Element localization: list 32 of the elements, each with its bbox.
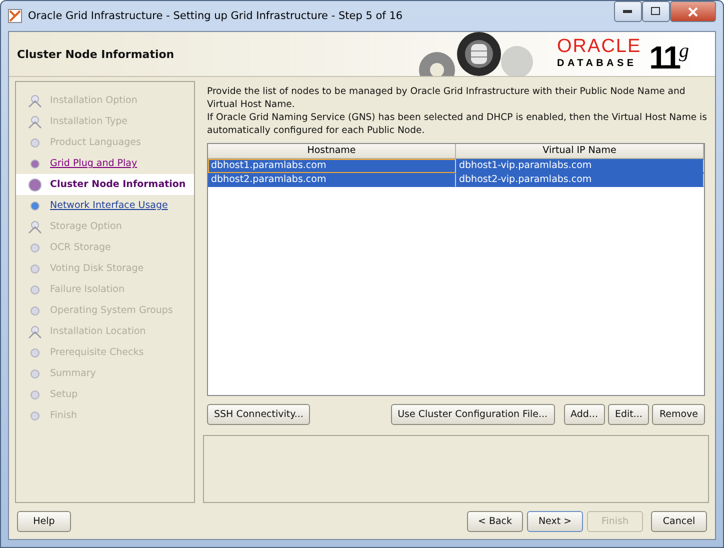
cancel-button[interactable]: Cancel — [651, 510, 707, 532]
ssh-connectivity-button[interactable]: SSH Connectivity... — [207, 404, 310, 426]
app-icon — [8, 9, 22, 23]
table-cell[interactable]: dbhost2-vip.paramlabs.com — [456, 173, 704, 187]
instruction-text: If Oracle Grid Naming Service (GNS) has been selected and DHCP is enabled, then the Virtual Host Name is automatically configured for each Public Node. — [207, 111, 708, 137]
next-button[interactable]: Next > — [527, 510, 583, 532]
table-cell[interactable]: dbhost1.paramlabs.com — [208, 159, 456, 173]
column-header[interactable]: Virtual IP Name — [456, 144, 704, 159]
table-cell[interactable]: dbhost1-vip.paramlabs.com — [456, 159, 704, 173]
close-button[interactable] — [670, 1, 716, 22]
remove-button[interactable]: Remove — [652, 404, 705, 426]
version-logo-text: 11$^{g}$ — [649, 38, 687, 74]
back-button[interactable]: < Back — [467, 510, 523, 532]
add-button[interactable]: Add... — [564, 404, 605, 426]
page-title: Cluster Node Information — [17, 48, 176, 60]
minimize-icon — [623, 10, 633, 14]
table-cell[interactable]: dbhost2.paramlabs.com — [208, 173, 456, 187]
minimize-button[interactable] — [614, 1, 642, 22]
help-button[interactable]: Help — [17, 510, 71, 532]
instruction-text: Provide the list of nodes to be managed by Oracle Grid Infrastructure with their Public Node Name and Virtual Host Name. — [207, 85, 686, 111]
brand-logo-text: ORACLE — [557, 37, 642, 57]
window-title: Oracle Grid Infrastructure - Setting up Grid Infrastructure - Step 5 of 16 — [28, 10, 404, 22]
maximize-icon — [651, 7, 661, 16]
step-item[interactable]: Grid Plug and Play — [16, 153, 194, 174]
product-logo-text: DATABASE — [557, 57, 637, 71]
step-item[interactable]: Network Interface Usage — [16, 195, 194, 216]
maximize-button[interactable] — [642, 1, 670, 22]
step-item[interactable]: Cluster Node Information — [16, 174, 194, 195]
column-header[interactable]: Hostname — [208, 144, 456, 159]
edit-button[interactable]: Edit... — [608, 404, 650, 426]
config-file-button[interactable]: Use Cluster Configuration File... — [390, 404, 555, 426]
close-icon — [688, 6, 698, 16]
